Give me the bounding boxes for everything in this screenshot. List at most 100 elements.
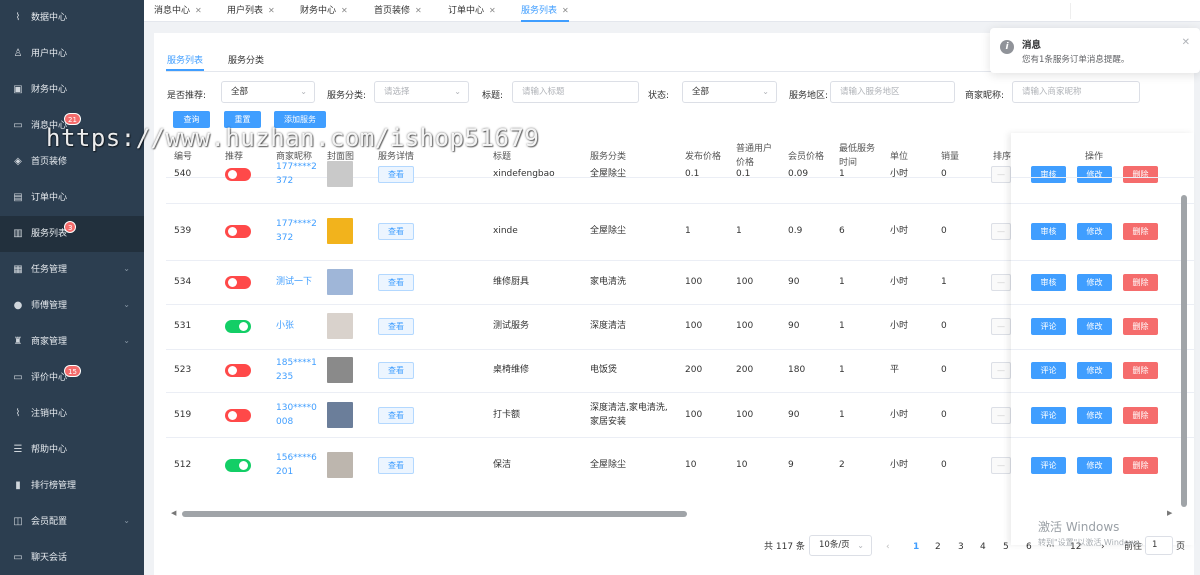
cell-merchant-line1[interactable]: 177****2	[276, 217, 317, 231]
recommend-toggle[interactable]	[225, 276, 251, 289]
recommend-toggle[interactable]	[225, 320, 251, 333]
cell-merchant[interactable]: 测试一下	[276, 275, 312, 289]
cell-merchant-line1[interactable]: 130****0	[276, 401, 317, 415]
sidebar-item[interactable]: ▥ 服务列表 3	[0, 216, 144, 252]
delete-button[interactable]: 删除	[1123, 407, 1158, 424]
status-select[interactable]: 全部 ⌄	[682, 81, 777, 103]
cell-merchant[interactable]: 小张	[276, 319, 294, 333]
cell-merchant-line1[interactable]: 185****1	[276, 356, 317, 370]
sidebar-item[interactable]: ⌇ 数据中心	[0, 0, 144, 36]
sort-input[interactable]: —	[991, 166, 1011, 183]
tab-item[interactable]: 消息中心 ✕	[154, 0, 202, 22]
subtab-service-category[interactable]: 服务分类	[228, 53, 264, 66]
tab-item[interactable]: 用户列表 ✕	[227, 0, 275, 22]
tab-item[interactable]: 服务列表 ✕	[521, 0, 569, 22]
sidebar-item[interactable]: ▭ 聊天会话	[0, 540, 144, 575]
delete-button[interactable]: 删除	[1123, 318, 1158, 335]
prev-page-button[interactable]: ‹	[886, 540, 890, 554]
page-number[interactable]: 1	[913, 540, 919, 554]
page-size-select[interactable]: 10条/页 ⌄	[809, 535, 872, 556]
close-icon[interactable]: ✕	[562, 6, 569, 15]
region-input[interactable]: 请输入服务地区	[830, 81, 955, 103]
sort-input[interactable]: —	[991, 223, 1011, 240]
sidebar-item[interactable]: ▤ 订单中心	[0, 180, 144, 216]
sidebar-item[interactable]: ▭ 评价中心 15	[0, 360, 144, 396]
view-detail-button[interactable]: 查看	[378, 274, 414, 291]
subtab-service-list[interactable]: 服务列表	[167, 53, 203, 66]
sidebar-item[interactable]: ▮ 排行榜管理	[0, 468, 144, 504]
delete-button[interactable]: 删除	[1123, 457, 1158, 474]
review-button[interactable]: 审核	[1031, 274, 1066, 291]
horizontal-scrollbar-thumb[interactable]	[182, 511, 687, 517]
view-detail-button[interactable]: 查看	[378, 166, 414, 183]
recommend-toggle[interactable]	[225, 225, 251, 238]
view-detail-button[interactable]: 查看	[378, 407, 414, 424]
page-number[interactable]: 4	[980, 540, 986, 554]
delete-button[interactable]: 删除	[1123, 362, 1158, 379]
horizontal-scrollbar[interactable]	[172, 511, 1167, 517]
edit-button[interactable]: 修改	[1077, 223, 1112, 240]
sidebar-item[interactable]: ▦ 任务管理 ⌄	[0, 252, 144, 288]
sort-input[interactable]: —	[991, 318, 1011, 335]
sort-input[interactable]: —	[991, 407, 1011, 424]
view-detail-button[interactable]: 查看	[378, 223, 414, 240]
title-input[interactable]: 请输入标题	[512, 81, 639, 103]
sidebar-item[interactable]: ▣ 财务中心	[0, 72, 144, 108]
cell-merchant-line2[interactable]: 235	[276, 370, 293, 384]
view-detail-button[interactable]: 查看	[378, 362, 414, 379]
sidebar-item[interactable]: ♙ 用户中心	[0, 36, 144, 72]
review-button[interactable]: 评论	[1031, 362, 1066, 379]
review-button[interactable]: 评论	[1031, 318, 1066, 335]
cell-merchant-line2[interactable]: 008	[276, 415, 293, 429]
tab-item[interactable]: 首页装修 ✕	[374, 0, 422, 22]
close-icon[interactable]: ✕	[1182, 37, 1190, 48]
review-button[interactable]: 评论	[1031, 457, 1066, 474]
vertical-scrollbar[interactable]	[1181, 195, 1187, 507]
close-icon[interactable]: ✕	[195, 6, 202, 15]
close-icon[interactable]: ✕	[268, 6, 275, 15]
view-detail-button[interactable]: 查看	[378, 457, 414, 474]
sidebar-item[interactable]: ◫ 会员配置 ⌄	[0, 504, 144, 540]
sort-input[interactable]: —	[991, 274, 1011, 291]
merchant-input[interactable]: 请输入商家昵称	[1012, 81, 1140, 103]
cell-merchant-line1[interactable]: 156****6	[276, 451, 317, 465]
recommend-select[interactable]: 全部 ⌄	[221, 81, 315, 103]
recommend-toggle[interactable]	[225, 168, 251, 181]
review-button[interactable]: 评论	[1031, 407, 1066, 424]
tab-item[interactable]: 财务中心 ✕	[300, 0, 348, 22]
sidebar-item[interactable]: ♜ 商家管理 ⌄	[0, 324, 144, 360]
delete-button[interactable]: 删除	[1123, 166, 1158, 183]
delete-button[interactable]: 删除	[1123, 223, 1158, 240]
page-number[interactable]: 3	[958, 540, 964, 554]
cell-merchant-line2[interactable]: 201	[276, 465, 293, 479]
edit-button[interactable]: 修改	[1077, 457, 1112, 474]
page-number[interactable]: 2	[935, 540, 941, 554]
cell-merchant-line1[interactable]: 177****2	[276, 160, 317, 174]
sidebar-item[interactable]: ⌇ 注销中心	[0, 396, 144, 432]
page-number[interactable]: 6	[1026, 540, 1032, 554]
edit-button[interactable]: 修改	[1077, 362, 1112, 379]
review-button[interactable]: 审核	[1031, 223, 1066, 240]
edit-button[interactable]: 修改	[1077, 166, 1112, 183]
recommend-toggle[interactable]	[225, 409, 251, 422]
sidebar-item[interactable]: ● 师傅管理 ⌄	[0, 288, 144, 324]
close-icon[interactable]: ✕	[341, 6, 348, 15]
sidebar-item[interactable]: ☰ 帮助中心	[0, 432, 144, 468]
recommend-toggle[interactable]	[225, 364, 251, 377]
edit-button[interactable]: 修改	[1077, 274, 1112, 291]
edit-button[interactable]: 修改	[1077, 407, 1112, 424]
scroll-right-arrow[interactable]: ▶	[1167, 509, 1172, 517]
sort-input[interactable]: —	[991, 457, 1011, 474]
cell-merchant-line2[interactable]: 372	[276, 174, 293, 188]
close-icon[interactable]: ✕	[489, 6, 496, 15]
category-select[interactable]: 请选择 ⌄	[374, 81, 469, 103]
goto-page-input[interactable]: 1	[1145, 536, 1173, 555]
recommend-toggle[interactable]	[225, 459, 251, 472]
delete-button[interactable]: 删除	[1123, 274, 1158, 291]
sort-input[interactable]: —	[991, 362, 1011, 379]
view-detail-button[interactable]: 查看	[378, 318, 414, 335]
page-number[interactable]: 5	[1003, 540, 1009, 554]
cell-merchant-line2[interactable]: 372	[276, 231, 293, 245]
edit-button[interactable]: 修改	[1077, 318, 1112, 335]
close-icon[interactable]: ✕	[415, 6, 422, 15]
